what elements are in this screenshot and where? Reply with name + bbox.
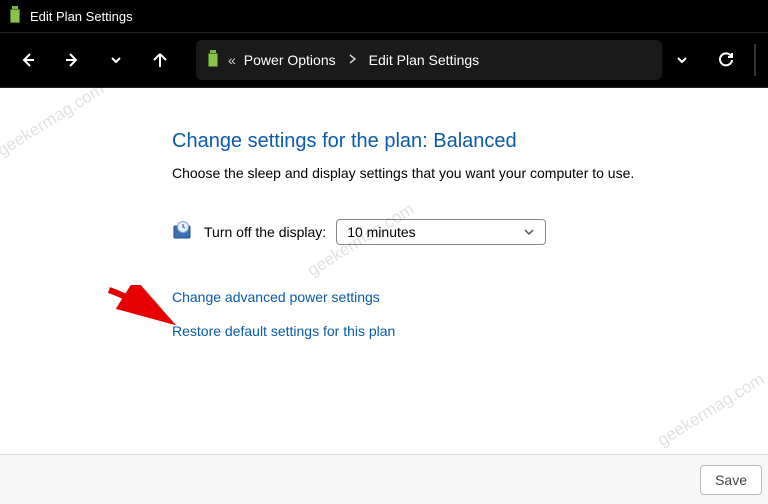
separator [754, 44, 756, 76]
forward-button[interactable] [52, 40, 92, 80]
save-button[interactable]: Save [700, 465, 762, 495]
history-dropdown[interactable] [96, 40, 136, 80]
titlebar: Edit Plan Settings [0, 0, 768, 32]
battery-icon [8, 6, 22, 27]
breadcrumb-edit-plan[interactable]: Edit Plan Settings [369, 52, 480, 68]
battery-icon [206, 50, 220, 71]
up-button[interactable] [140, 40, 180, 80]
link-advanced-power-settings[interactable]: Change advanced power settings [172, 289, 768, 305]
monitor-clock-icon [172, 220, 194, 245]
page-subtext: Choose the sleep and display settings th… [172, 165, 768, 181]
breadcrumb-power-options[interactable]: Power Options [244, 52, 336, 68]
content-area: Change settings for the plan: Balanced C… [0, 88, 768, 339]
address-bar[interactable]: « Power Options Edit Plan Settings [196, 40, 662, 80]
display-timeout-text: Turn off the display: [204, 224, 326, 240]
chevron-down-icon [523, 224, 535, 240]
breadcrumb-prefix: « [228, 52, 236, 68]
display-timeout-dropdown[interactable]: 10 minutes [336, 219, 546, 245]
refresh-button[interactable] [706, 40, 746, 80]
back-button[interactable] [8, 40, 48, 80]
display-timeout-row: Turn off the display: 10 minutes [172, 219, 768, 245]
footer: Save [0, 454, 768, 504]
display-timeout-label: Turn off the display: [172, 220, 326, 245]
watermark: geekermag.com [654, 369, 768, 451]
page-heading: Change settings for the plan: Balanced [172, 130, 768, 153]
window-title: Edit Plan Settings [30, 9, 133, 24]
display-timeout-value: 10 minutes [347, 224, 415, 240]
address-dropdown[interactable] [662, 40, 702, 80]
link-restore-defaults[interactable]: Restore default settings for this plan [172, 323, 768, 339]
chevron-right-icon [344, 52, 361, 68]
toolbar: « Power Options Edit Plan Settings [0, 32, 768, 88]
